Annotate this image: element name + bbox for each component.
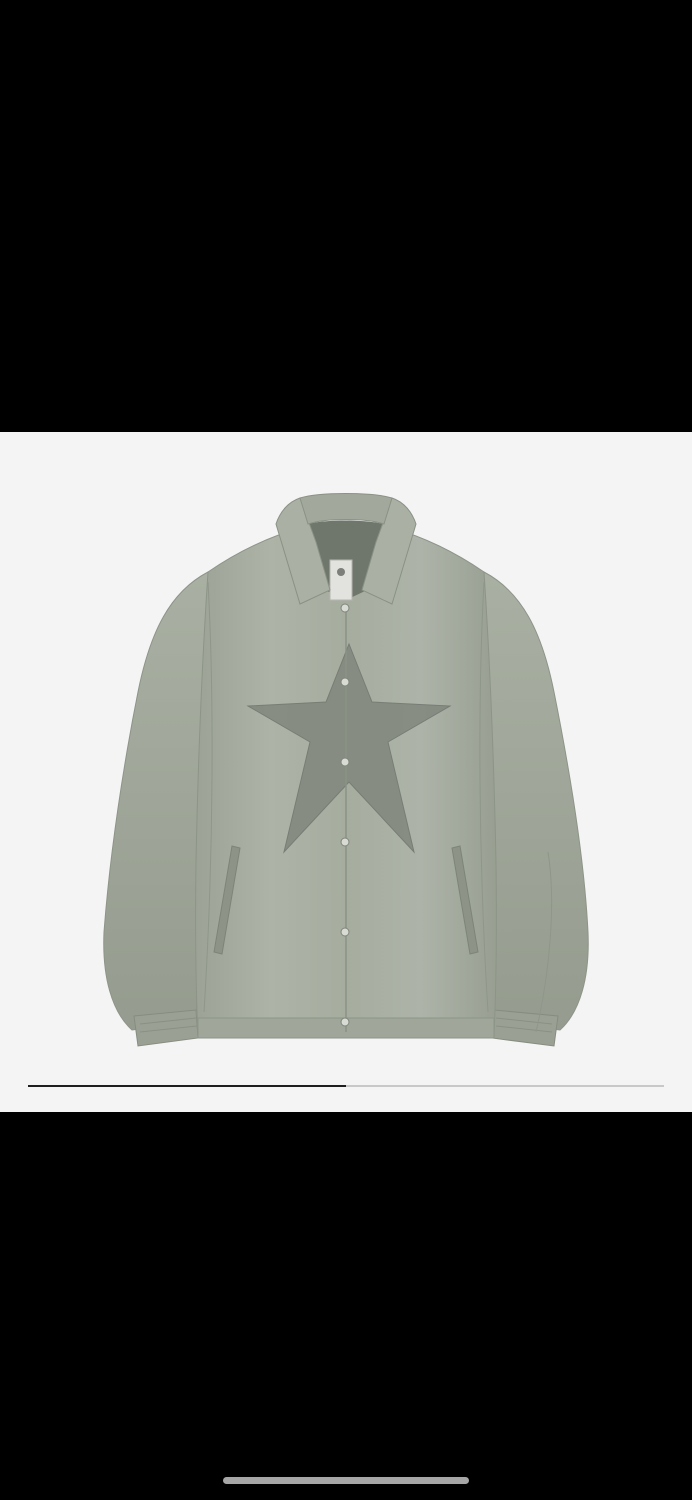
carousel-progress-track bbox=[28, 1085, 664, 1087]
product-image-panel[interactable] bbox=[0, 432, 692, 1112]
image-viewer bbox=[0, 0, 692, 1500]
home-indicator[interactable] bbox=[223, 1477, 469, 1484]
neck-label bbox=[329, 559, 353, 601]
right-cuff bbox=[491, 1009, 559, 1047]
left-cuff bbox=[133, 1009, 199, 1047]
carousel-progress-fill bbox=[28, 1085, 346, 1087]
jacket-photo[interactable] bbox=[0, 432, 692, 1112]
